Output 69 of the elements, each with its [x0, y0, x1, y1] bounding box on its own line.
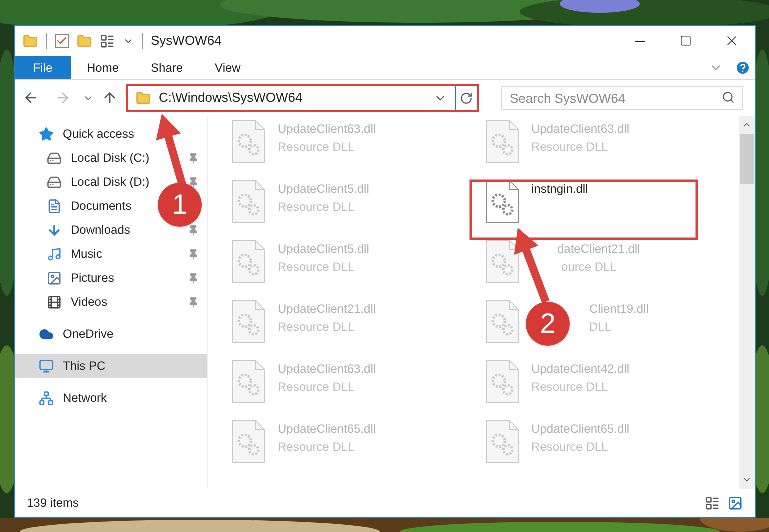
- file-type: Resource DLL: [278, 199, 355, 216]
- search-field[interactable]: Search SysWOW64: [501, 86, 743, 110]
- picture-icon: [47, 270, 62, 286]
- selected-sidebar-item[interactable]: This PC: [15, 354, 207, 378]
- sidebar-item[interactable]: Videos: [71, 293, 108, 311]
- sidebar-item[interactable]: Music: [71, 245, 102, 263]
- gear-file-icon: [232, 240, 266, 284]
- gear-file-icon: [486, 180, 520, 224]
- item-count: 139 items: [27, 495, 80, 512]
- sidebar-item[interactable]: OneDrive: [63, 325, 114, 343]
- cloud-icon: [39, 326, 54, 342]
- file-type: DLL: [590, 319, 612, 336]
- drive-icon: [47, 174, 62, 190]
- file-type: Resource DLL: [278, 439, 355, 456]
- scrollbar[interactable]: [739, 116, 755, 489]
- sidebar-item[interactable]: Downloads: [71, 221, 130, 239]
- gear-file-icon: [486, 240, 520, 284]
- download-icon: [47, 222, 62, 238]
- properties-icon[interactable]: [55, 34, 69, 48]
- search-icon[interactable]: [722, 91, 735, 104]
- customize-toolbar-icon[interactable]: [100, 34, 115, 48]
- file-type: Resource DLL: [532, 139, 608, 156]
- file-type: Resource DLL: [278, 139, 355, 156]
- file-type: Resource DLL: [278, 319, 355, 336]
- sidebar-item[interactable]: Local Disk (D:): [71, 173, 150, 191]
- gear-file-icon: [486, 300, 520, 344]
- sidebar-item[interactable]: Pictures: [71, 269, 114, 287]
- back-icon[interactable]: [23, 90, 39, 106]
- file-type: Resource DLL: [278, 379, 355, 396]
- drive-icon: [47, 150, 62, 166]
- file-tab[interactable]: File: [15, 56, 71, 79]
- gear-file-icon: [232, 420, 266, 464]
- film-icon: [47, 294, 62, 310]
- address-bar[interactable]: C:\Windows\SysWOW64: [126, 84, 479, 112]
- ribbon-tab[interactable]: Home: [71, 56, 136, 79]
- gear-file-icon: [232, 360, 266, 404]
- help-icon[interactable]: [735, 60, 751, 76]
- gear-file-icon: [232, 300, 266, 344]
- gear-file-icon: [232, 180, 266, 224]
- gear-file-icon: [486, 420, 520, 464]
- file-type: Resource DLL: [532, 379, 608, 396]
- folder-icon: [136, 90, 151, 106]
- sidebar-item[interactable]: Quick access: [63, 125, 134, 143]
- details-view-icon[interactable]: [705, 496, 720, 510]
- sidebar-item[interactable]: Network: [63, 389, 108, 407]
- monitor-icon: [39, 358, 54, 374]
- star-icon: [39, 126, 54, 142]
- sidebar-item[interactable]: Documents: [71, 197, 132, 215]
- refresh-icon[interactable]: [460, 92, 473, 104]
- sidebar-item[interactable]: Local Disk (C:): [71, 149, 150, 167]
- gear-file-icon: [486, 360, 520, 404]
- gear-file-icon: [486, 120, 520, 164]
- maximize-icon: [680, 35, 692, 47]
- minimize-icon: [635, 40, 645, 42]
- network-icon: [39, 390, 54, 406]
- large-icons-view-icon[interactable]: [728, 496, 743, 510]
- address-path: C:\Windows\SysWOW64: [159, 89, 304, 108]
- up-icon[interactable]: [102, 90, 118, 106]
- ribbon-tab[interactable]: View: [199, 56, 257, 79]
- scroll-thumb[interactable]: [740, 134, 754, 184]
- ribbon-tab[interactable]: Share: [135, 56, 200, 79]
- document-icon: [47, 198, 62, 214]
- file-name[interactable]: instngin.dll: [532, 180, 588, 198]
- file-type: Resource DLL: [532, 439, 608, 456]
- file-type: ource DLL: [562, 259, 617, 276]
- gear-file-icon: [232, 120, 266, 164]
- window-title: SysWOW64: [151, 32, 222, 50]
- music-note-icon: [47, 246, 62, 262]
- file-type: Resource DLL: [278, 259, 355, 276]
